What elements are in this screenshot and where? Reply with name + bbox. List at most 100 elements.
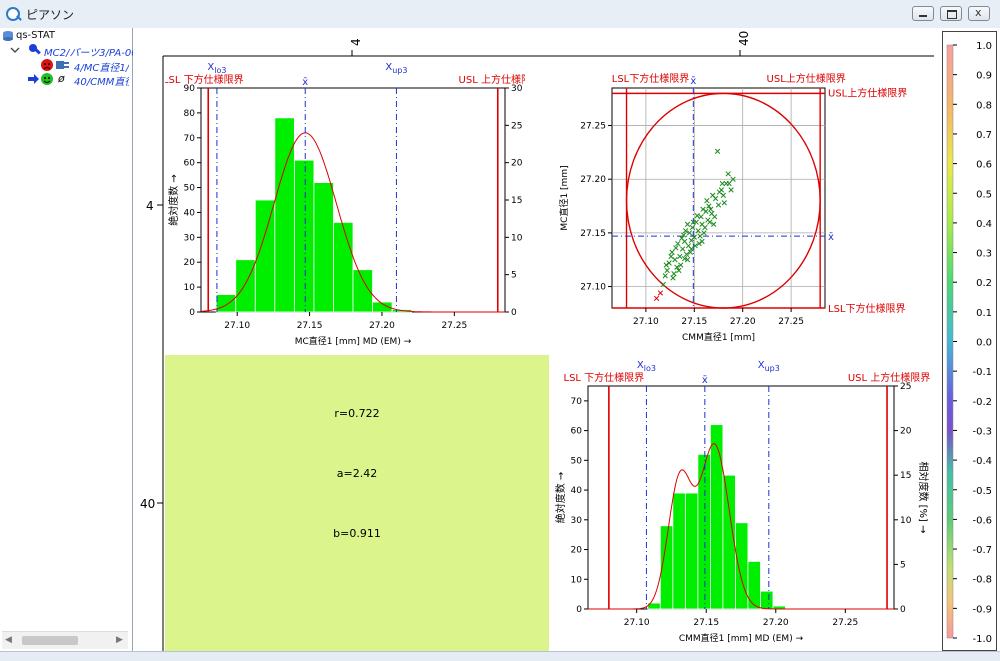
histogram-bar bbox=[293, 159, 315, 313]
y-tick-label: 90 bbox=[184, 84, 196, 94]
y2-tick-label: 20 bbox=[511, 159, 523, 169]
scale-tick-label: 0.1 bbox=[976, 308, 992, 319]
tree-feature-1[interactable]: 4/MC直径1/(r... bbox=[74, 59, 129, 74]
x-tick-label: 27.15 bbox=[681, 317, 707, 327]
tree-part[interactable]: MC2/パーツ3/PA-001 bbox=[44, 44, 144, 59]
title-bar: ピアソン bbox=[0, 0, 1000, 29]
y-tick-label: 70 bbox=[184, 134, 196, 144]
y-usl-label: USL上方仕様限界 bbox=[828, 86, 907, 99]
feature-icon bbox=[56, 61, 69, 69]
y-tick-label: 27.20 bbox=[580, 175, 606, 185]
mean-label: x̄ bbox=[302, 77, 308, 88]
stat-b: b=0.911 bbox=[333, 527, 381, 540]
close-button[interactable] bbox=[968, 6, 990, 21]
scale-tick-label: -0.6 bbox=[972, 515, 992, 526]
x-tick-label: 27.10 bbox=[224, 321, 250, 331]
x-tick-label: 27.20 bbox=[730, 317, 756, 327]
xlo3-label: Xlo3 bbox=[207, 62, 226, 75]
lsl-label: LSL 下方仕様限界 bbox=[165, 73, 244, 86]
y2-tick-label: 5 bbox=[900, 560, 906, 570]
maximize-button[interactable] bbox=[940, 6, 962, 21]
lsl-label: LSL 下方仕様限界 bbox=[564, 371, 645, 384]
scrollbar-thumb[interactable] bbox=[22, 636, 78, 645]
histogram-cmm: LSL 下方仕様限界 USL 上方仕様限界 x̄ Xlo3 Xup3 0 10 20 30 40 5… bbox=[554, 360, 930, 644]
x-axis-label: MC直径1 [mm] MD (EM) → bbox=[295, 335, 412, 347]
navigation-tree: qs-STAT MC2/パーツ3/PA-001 4/MC直径1/(r... ø … bbox=[0, 28, 144, 651]
stat-r: r=0.722 bbox=[334, 407, 380, 420]
stat-a: a=2.42 bbox=[336, 467, 378, 480]
app-icon bbox=[6, 7, 20, 21]
scale-tick-label: -1.0 bbox=[972, 634, 992, 645]
y-tick-label: 60 bbox=[571, 427, 583, 437]
y2-tick-label: 25 bbox=[900, 382, 911, 392]
y-tick-label: 30 bbox=[184, 233, 196, 243]
y2-tick-label: 25 bbox=[511, 121, 522, 131]
part-icon bbox=[29, 44, 41, 55]
histogram-bar bbox=[215, 294, 237, 313]
horizontal-scrollbar[interactable]: ◀ ▶ bbox=[2, 631, 128, 649]
y-mean-label: x̄ bbox=[828, 232, 834, 243]
color-scale: 1.0 0.9 0.8 0.7 0.6 0.5 0.4 0.3 0.2 0.1 0.0 -0.1 -0.… bbox=[946, 41, 992, 645]
y-tick-label: 60 bbox=[184, 159, 196, 169]
x-tick-label: 27.25 bbox=[441, 321, 467, 331]
histogram-bar bbox=[747, 561, 761, 610]
y-tick-label: 40 bbox=[571, 486, 583, 496]
color-scale-legend: 1.0 0.9 0.8 0.7 0.6 0.5 0.4 0.3 0.2 0.1 0.0 -0.1 -0.… bbox=[942, 31, 997, 651]
x-tick-label: 27.10 bbox=[633, 317, 659, 327]
scale-tick-label: -0.1 bbox=[972, 367, 992, 378]
y2-tick-label: 30 bbox=[511, 84, 523, 94]
scale-tick-label: 0.5 bbox=[976, 189, 992, 200]
collapse-chevron-icon[interactable] bbox=[10, 45, 20, 55]
tree-feature-2[interactable]: 40/CMM直径1... bbox=[74, 73, 129, 88]
histogram-bar bbox=[333, 221, 354, 313]
y2-tick-label: 0 bbox=[900, 605, 906, 615]
minimize-button[interactable] bbox=[912, 6, 934, 21]
mean-label: x̄ bbox=[702, 375, 708, 386]
histogram-bar bbox=[313, 182, 334, 313]
scale-tick-label: 0.3 bbox=[976, 249, 992, 260]
y-lsl-label: LSL下方仕様限界 bbox=[828, 302, 906, 315]
histogram-mc: LSL 下方仕様限界USL 上方仕様限界x̄Xlo3Xup30102030405… bbox=[165, 62, 525, 347]
histogram-bar bbox=[722, 474, 736, 610]
x-mean-label: x̄ bbox=[690, 76, 696, 87]
y-tick-label: 10 bbox=[571, 575, 583, 585]
scale-tick-label: 0.7 bbox=[976, 130, 992, 141]
scroll-left-icon[interactable]: ◀ bbox=[5, 635, 12, 645]
scale-tick-label: 0.8 bbox=[976, 100, 992, 111]
y-tick-label: 27.10 bbox=[580, 283, 606, 293]
histogram-bar bbox=[684, 492, 699, 610]
x-tick-label: 27.15 bbox=[693, 618, 719, 628]
histogram-bar bbox=[274, 117, 295, 313]
y-tick-label: 10 bbox=[184, 283, 196, 293]
y-axis-label: 絶対度数 → bbox=[554, 472, 567, 524]
database-icon bbox=[3, 31, 13, 41]
y-axis-label: MC直径1 [mm] bbox=[558, 165, 570, 230]
x-axis-label: CMM直径1 [mm] bbox=[682, 331, 755, 343]
y2-axis-label: 相対度数 [%] → bbox=[917, 461, 930, 533]
status-bad-icon bbox=[41, 59, 53, 71]
x-tick-label: 27.25 bbox=[832, 618, 858, 628]
scale-tick-label: -0.5 bbox=[972, 486, 992, 497]
xlo3-label: Xlo3 bbox=[637, 360, 656, 373]
x-usl-label: USL上方仕様限界 bbox=[767, 72, 846, 85]
scale-tick-label: -0.3 bbox=[972, 426, 992, 437]
y-tick-label: 30 bbox=[571, 516, 583, 526]
y2-tick-label: 10 bbox=[900, 516, 912, 526]
color-gradient-bar bbox=[946, 44, 954, 639]
scroll-right-icon[interactable]: ▶ bbox=[116, 635, 123, 645]
usl-label: USL 上方仕様限界 bbox=[848, 371, 930, 384]
scale-tick-label: -0.7 bbox=[972, 545, 992, 556]
window-title: ピアソン bbox=[26, 8, 75, 22]
y-tick-label: 0 bbox=[189, 308, 195, 318]
y2-tick-label: 10 bbox=[511, 233, 523, 243]
histogram-bar bbox=[760, 590, 774, 610]
xup3-label: Xup3 bbox=[385, 62, 407, 75]
scale-tick-label: 0.6 bbox=[976, 160, 992, 171]
scale-tick-label: 0.0 bbox=[976, 338, 992, 349]
tree-root[interactable]: qs-STAT bbox=[16, 30, 55, 41]
y-axis-label: 絶対度数 → bbox=[167, 174, 180, 226]
correlation-stats-panel: r=0.722 a=2.42 b=0.911 bbox=[165, 355, 549, 651]
y-tick-label: 20 bbox=[184, 258, 196, 268]
y2-tick-label: 20 bbox=[900, 427, 912, 437]
y-tick-label: 27.15 bbox=[580, 229, 606, 239]
